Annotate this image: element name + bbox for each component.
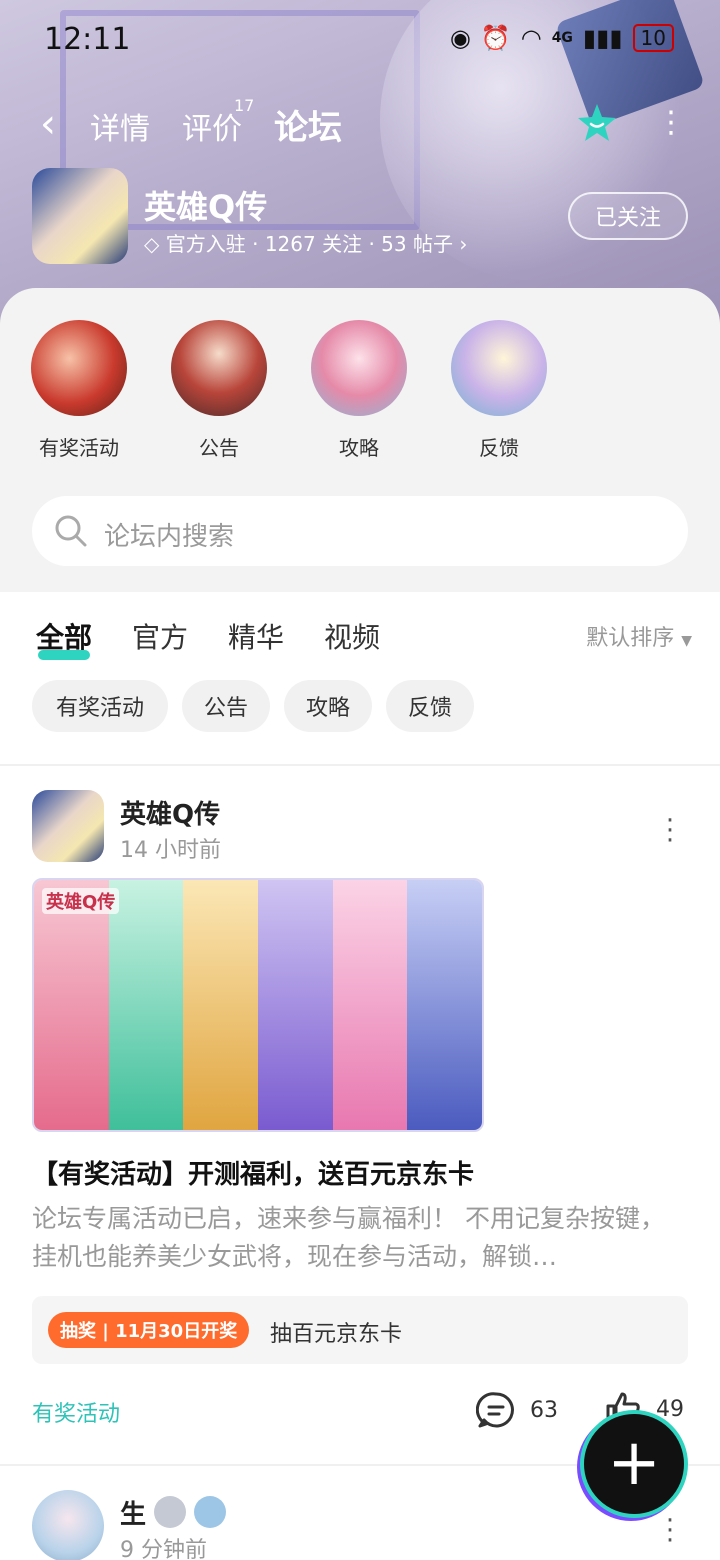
author-name[interactable]: 生 — [120, 1494, 146, 1531]
posts-count: 53 帖子 — [381, 232, 453, 256]
status-time: 12:11 — [44, 22, 131, 57]
status-icons: ◉ ⏰ ◠ 4G ▮▮▮ 10 — [450, 24, 674, 52]
chevron-right-icon: › — [459, 232, 468, 256]
post-more-icon[interactable]: · · · — [660, 808, 680, 854]
post-title[interactable]: 【有奖活动】开测福利，送百元京东卡 — [32, 1154, 474, 1191]
feed-tabs: 全部 官方 精华 视频 默认排序 ▼ — [0, 592, 720, 672]
filter-chip-rewards[interactable]: 有奖活动 — [32, 680, 168, 732]
category-label: 公告 — [199, 436, 239, 460]
favorite-star-icon[interactable] — [576, 102, 618, 144]
back-arrow-icon[interactable]: ‹ — [40, 102, 56, 146]
official-label: 官方入驻 — [165, 232, 246, 256]
filter-chip-guides[interactable]: 攻略 — [284, 680, 372, 732]
level-badge-icon — [154, 1496, 186, 1528]
new-post-button[interactable]: + — [580, 1410, 688, 1518]
status-bar: 12:11 ◉ ⏰ ◠ 4G ▮▮▮ 10 — [0, 0, 720, 80]
comment-icon — [476, 1392, 514, 1428]
plus-icon: + — [607, 1426, 661, 1500]
search-icon — [55, 515, 87, 547]
followers-count: 1267 关注 — [264, 232, 363, 256]
lottery-card[interactable]: 抽奖 | 11月30日开奖 抽百元京东卡 — [32, 1296, 688, 1364]
signal-icon: ▮▮▮ — [582, 24, 623, 52]
battery-icon: 10 — [632, 24, 674, 52]
search-placeholder: 论坛内搜索 — [104, 522, 235, 552]
caret-down-icon: ▼ — [681, 633, 692, 649]
category-rewards-image — [31, 320, 127, 416]
post-banner-image[interactable]: 英雄Q传 — [32, 878, 484, 1132]
author-avatar[interactable] — [32, 790, 104, 862]
alarm-icon: ⏰ — [480, 24, 511, 52]
filter-chip-feedback[interactable]: 反馈 — [386, 680, 474, 732]
comments-count: 63 — [530, 1397, 558, 1423]
author-name[interactable]: 英雄Q传 — [120, 794, 220, 831]
feed-tab-featured[interactable]: 精华 — [228, 616, 284, 656]
author-badges — [154, 1496, 226, 1528]
category-guides[interactable]: 攻略 — [304, 320, 414, 461]
diamond-icon: ◇ — [144, 232, 160, 256]
sort-label: 默认排序 — [586, 626, 675, 651]
eye-icon: ◉ — [449, 24, 471, 52]
honor-badge-icon — [194, 1496, 226, 1528]
game-avatar[interactable] — [32, 168, 128, 264]
category-feedback[interactable]: 反馈 — [444, 320, 554, 461]
wifi-icon: ◠ — [520, 24, 542, 52]
category-guides-image — [311, 320, 407, 416]
top-nav: ‹ 详情 评价 17 论坛 ⋮ — [0, 96, 720, 156]
more-options-icon[interactable]: ⋮ — [656, 108, 686, 138]
category-label: 反馈 — [479, 436, 519, 460]
category-rewards[interactable]: 有奖活动 — [24, 320, 134, 461]
reviews-count-badge: 17 — [234, 96, 255, 115]
sort-dropdown[interactable]: 默认排序 ▼ — [586, 620, 692, 652]
post-time: 14 小时前 — [120, 838, 221, 863]
lottery-text: 抽百元京东卡 — [270, 1322, 403, 1347]
feed-tab-official[interactable]: 官方 — [132, 616, 188, 656]
author-avatar[interactable] — [32, 1490, 104, 1560]
category-label: 攻略 — [339, 436, 379, 460]
tab-details[interactable]: 详情 — [90, 104, 150, 148]
feed-tab-all[interactable]: 全部 — [36, 616, 92, 660]
network-label: 4G — [551, 30, 573, 46]
tab-forum[interactable]: 论坛 — [270, 100, 346, 151]
category-announcements-image — [171, 320, 267, 416]
divider — [0, 764, 720, 766]
post-topic-tag[interactable]: 有奖活动 — [32, 1396, 120, 1428]
post-time: 9 分钟前 — [120, 1538, 207, 1560]
follow-button[interactable]: 已关注 — [568, 192, 688, 240]
post-description[interactable]: 论坛专属活动已启，速来参与赢福利！ 不用记复杂按键，挂机也能养美少女武将，现在参… — [32, 1200, 688, 1276]
post-more-icon[interactable]: · · · — [660, 1508, 680, 1554]
game-name: 英雄Q传 — [144, 188, 268, 226]
banner-logo: 英雄Q传 — [42, 888, 120, 914]
category-feedback-image — [451, 320, 547, 416]
feed-tab-video[interactable]: 视频 — [324, 616, 380, 656]
category-announcements[interactable]: 公告 — [164, 320, 274, 461]
game-meta[interactable]: ◇ 官方入驻 · 1267 关注 · 53 帖子 › — [144, 228, 467, 257]
comments-button[interactable]: 63 — [476, 1390, 558, 1430]
tab-reviews[interactable]: 评价 — [182, 104, 242, 148]
category-label: 有奖活动 — [39, 436, 119, 460]
filter-chip-announcements[interactable]: 公告 — [182, 680, 270, 732]
lottery-tag: 抽奖 | 11月30日开奖 — [48, 1312, 250, 1348]
forum-search-input[interactable]: 论坛内搜索 — [32, 496, 688, 566]
